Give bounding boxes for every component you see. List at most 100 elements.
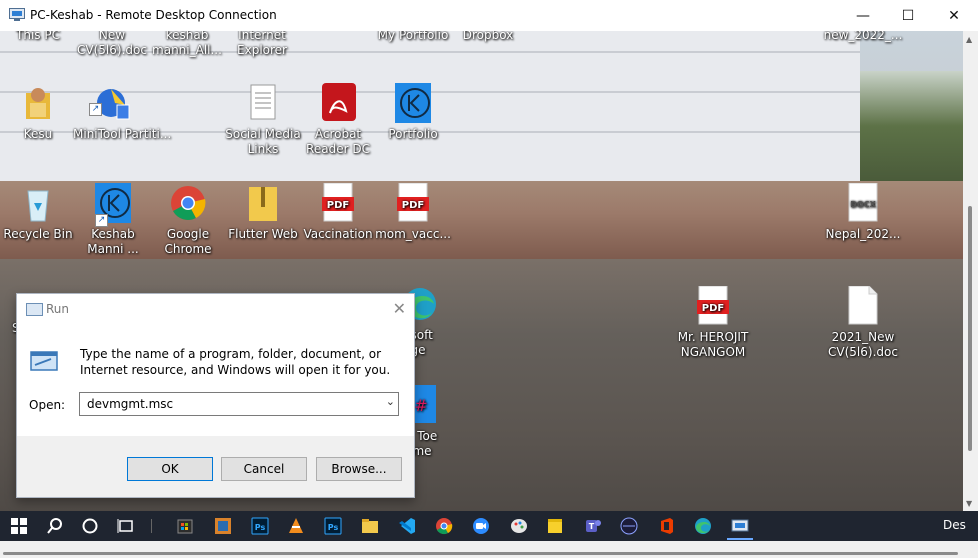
run-dialog: Run ✕ Type the name of a program, folder… [16,293,415,498]
desktop-icon-minitool[interactable]: ↗ MiniTool Partiti... [73,83,172,142]
paint-icon[interactable] [510,517,528,535]
run-dialog-titlebar: Run ✕ [17,294,414,324]
window-titlebar: PC-Keshab - Remote Desktop Connection — … [0,0,978,32]
run-dialog-body: Type the name of a program, folder, docu… [17,324,414,436]
chrome-icon[interactable] [435,517,453,535]
zoom-icon[interactable] [472,517,490,535]
open-combobox[interactable]: devmgmt.msc ⌄ [79,392,399,416]
desktop-icon-label: Portfolio [388,127,438,141]
horizontal-scroll-thumb[interactable] [3,552,958,555]
desktop-icon-social-media-links[interactable]: Social Media Links [223,83,303,157]
search-icon[interactable] [46,517,64,535]
scroll-down-icon[interactable]: ▼ [966,499,972,508]
sticky-notes-icon[interactable] [546,517,564,535]
text-file-icon [250,84,276,120]
run-icon [30,351,58,371]
task-view-icon[interactable] [117,517,135,535]
desktop-icon-label: mom_vacc... [375,227,451,241]
desktop-icon-portfolio[interactable]: Portfolio [373,83,453,142]
doc-icon [848,286,878,325]
desktop-icon-google-chrome[interactable]: Google Chrome [148,183,228,257]
desktop-icon-label: New CV(5l6).doc [77,31,147,57]
desktop-icon-acrobat[interactable]: Acrobat Reader DC [298,83,378,157]
cortana-icon[interactable] [81,517,99,535]
desktop-peek-label[interactable]: Des [943,518,966,532]
desktop-icon-label: My Portfolio [377,31,449,42]
desktop-icon-label: Acrobat Reader DC [306,127,370,156]
recycle-bin-icon [27,190,49,222]
scroll-thumb[interactable] [968,206,972,451]
desktop-icon-flutter-web[interactable]: Flutter Web [223,183,303,242]
active-app-indicator [727,538,753,540]
desktop-icon-nepal-202[interactable]: DOCX Nepal_202... [823,183,903,242]
start-icon[interactable] [10,517,28,535]
wallpaper-trees [860,71,963,181]
svg-text:#: # [414,396,427,415]
desktop-icon-label: Social Media Links [225,127,301,156]
desktop-icon-label: Flutter Web [228,227,298,241]
teams-icon[interactable]: T [584,517,602,535]
desktop-icon-keshab-manni[interactable]: ↗ Keshab Manni ... [73,183,153,257]
open-input-value[interactable]: devmgmt.msc [87,397,173,411]
vertical-scrollbar[interactable]: ▲ ▼ [963,31,978,511]
desktop-icon-keshab-manni-all[interactable]: keshab manni_All... [147,31,227,58]
desktop-icon-kesu[interactable]: Kesu [0,83,78,142]
taskbar-divider [151,519,152,533]
desktop-icon-this-pc[interactable]: This PC [0,31,78,43]
pdf-icon: PDF [697,286,729,325]
desktop-icon-mr-herojit[interactable]: PDF Mr. HEROJIT NGANGOM [673,286,753,360]
folder-user-icon [26,88,50,119]
svg-text:PDF: PDF [402,200,424,211]
office-icon[interactable] [658,517,676,535]
photoshop-icon[interactable]: Ps [324,517,342,535]
desktop-icon-label: Kesu [23,127,53,141]
vlc-icon[interactable] [287,517,305,535]
maximize-button[interactable]: ☐ [885,0,931,31]
ok-button[interactable]: OK [127,457,213,481]
file-explorer-icon[interactable] [361,517,379,535]
desktop-icon-label: MiniTool Partiti... [73,127,172,141]
desktop-icon-label: This PC [16,31,60,42]
remote-desktop-icon [9,8,25,21]
edge-icon[interactable] [694,517,712,535]
cancel-button[interactable]: Cancel [221,457,307,481]
desktop-icon-recycle-bin[interactable]: Recycle Bin [0,183,78,242]
close-icon[interactable]: ✕ [393,299,406,318]
shortcut-arrow-icon: ↗ [95,214,108,227]
run-title-icon [26,303,43,316]
remote-desktop-icon[interactable] [731,517,749,535]
desktop-icon-label: Recycle Bin [3,227,73,241]
browse-button[interactable]: Browse... [316,457,402,481]
desktop-icon-new-cv[interactable]: New CV(5l6).doc [72,31,152,58]
desktop-icon-internet-explorer[interactable]: Internet Explorer [222,31,302,58]
svg-text:DOCX: DOCX [850,200,876,209]
minimize-button[interactable]: — [840,0,886,31]
desktop-icon-new-2022[interactable]: new_2022_... [823,31,903,43]
run-description: Type the name of a program, folder, docu… [80,347,391,377]
store-icon[interactable] [176,517,194,535]
pdf-icon: PDF [322,183,354,222]
desktop-icon-label: Nepal_202... [825,227,901,241]
docx-icon: DOCX [848,183,878,222]
photoshop-icon[interactable]: Ps [251,517,269,535]
scroll-up-icon[interactable]: ▲ [966,35,972,44]
vscode-icon[interactable] [398,517,416,535]
desktop-icon-dropbox[interactable]: Dropbox [448,31,528,43]
close-button[interactable]: ✕ [931,0,977,31]
open-label: Open: [29,398,66,412]
desktop-icon-my-portfolio[interactable]: My Portfolio [373,31,453,43]
desktop-icon-label: Vaccination [303,227,373,241]
folder-icon[interactable] [214,517,232,535]
desktop-icon-vaccination[interactable]: PDF Vaccination [298,183,378,242]
desktop-icon-label: Keshab Manni ... [87,227,139,256]
horizontal-scrollbar[interactable] [0,541,978,558]
desktop-icon-2021-new-cv[interactable]: 2021_New CV(5l6).doc [823,286,903,360]
app-icon[interactable] [620,517,638,535]
desktop-icon-label: new_2022_... [823,31,903,42]
desktop-icon-label: Dropbox [462,31,514,42]
desktop-icon-mom-vacc[interactable]: PDF mom_vacc... [373,183,453,242]
shortcut-arrow-icon: ↗ [89,103,102,116]
pdf-icon: PDF [397,183,429,222]
chevron-down-icon[interactable]: ⌄ [386,395,395,408]
kodi-icon [395,83,431,123]
